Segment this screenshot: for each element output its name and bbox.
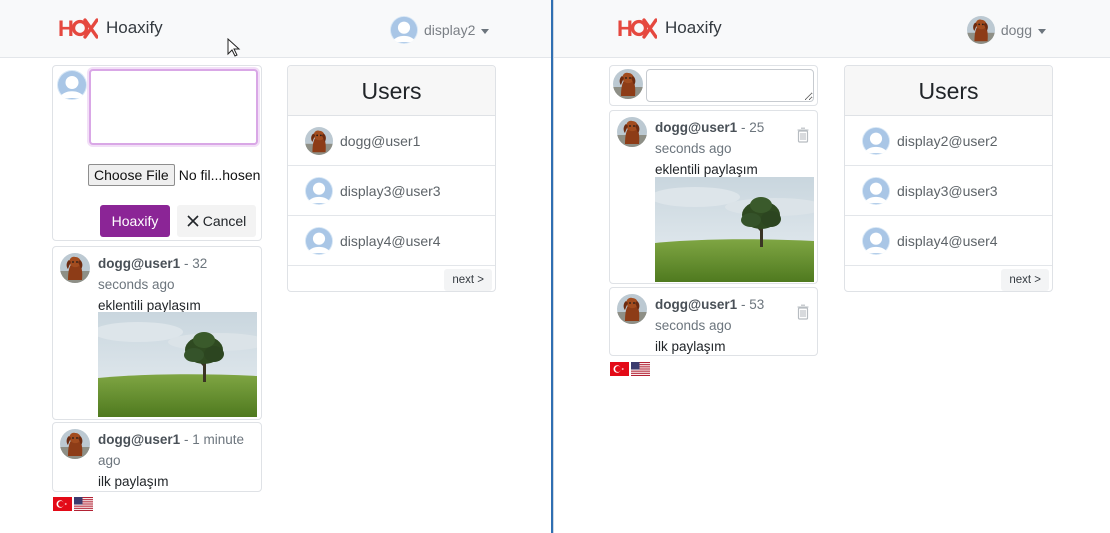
language-selector (53, 497, 93, 511)
brand-name: Hoaxify (106, 18, 163, 37)
default-avatar-icon (862, 127, 890, 155)
dog-avatar-icon[interactable] (60, 253, 90, 283)
default-avatar-icon (862, 177, 890, 205)
trash-icon[interactable] (797, 127, 809, 143)
hoax-composer: Choose File No fil...hosen Hoaxify Cance… (52, 65, 262, 241)
user-list-footer: next > (845, 266, 1052, 291)
hoax-user-link[interactable]: dogg@user1 (655, 297, 737, 312)
dog-avatar-icon (305, 127, 333, 155)
usa-flag-icon[interactable] (74, 497, 93, 511)
user-list-item-label: display4@user4 (897, 232, 998, 249)
user-list-item[interactable]: display4@user4 (845, 216, 1052, 266)
turkey-flag-icon[interactable] (53, 497, 72, 511)
default-avatar-icon (305, 227, 333, 255)
user-list-item-label: display2@user2 (897, 132, 998, 149)
user-list-item-label: display4@user4 (340, 232, 441, 249)
turkey-flag-icon[interactable] (610, 362, 629, 376)
brand-name: Hoaxify (665, 18, 722, 37)
language-selector (610, 362, 650, 376)
caret-down-icon (481, 28, 490, 34)
hoax-item: dogg@user1 - 1 minute ago ilk paylaşım (52, 422, 262, 492)
dog-avatar-icon (967, 16, 995, 44)
hoax-item: dogg@user1 - 25 seconds ago eklentili pa… (609, 110, 818, 284)
default-avatar-icon (305, 177, 333, 205)
user-list-item-label: display3@user3 (340, 182, 441, 199)
user-list-item[interactable]: dogg@user1 (288, 116, 495, 166)
hoax-item: dogg@user1 - 53 seconds ago ilk paylaşım (609, 287, 818, 356)
hoax-user-link[interactable]: dogg@user1 (98, 432, 180, 447)
close-icon (187, 215, 199, 227)
hoaxify-submit-button[interactable]: Hoaxify (100, 205, 170, 237)
hoax-item: dogg@user1 - 32 seconds ago eklentili pa… (52, 246, 262, 420)
hoax-content: ilk paylaşım (98, 474, 169, 489)
brand-link[interactable]: Hoaxify (58, 13, 163, 43)
default-avatar-icon (390, 16, 418, 44)
user-list-title: Users (845, 66, 1052, 116)
user-list-card: Users display2@user2 display3@user3 disp… (844, 65, 1053, 292)
navbar: Hoaxify dogg (554, 0, 1110, 58)
left-browser-window: Hoaxify display2 Choose File No fil...ho… (0, 0, 553, 533)
user-list-footer: next > (288, 266, 495, 291)
dog-avatar-icon[interactable] (60, 429, 90, 459)
navbar: Hoaxify display2 (0, 0, 551, 58)
hoax-meta: dogg@user1 - 53 seconds ago ilk paylaşım (655, 294, 785, 357)
user-list-card: Users dogg@user1 display3@user3 display4… (287, 65, 496, 292)
hoax-meta: dogg@user1 - 1 minute ago ilk paylaşım (98, 429, 258, 492)
user-menu-dropdown[interactable]: dogg (967, 16, 1046, 44)
dog-avatar-icon (613, 69, 643, 99)
hoax-content: ilk paylaşım (655, 339, 726, 354)
user-list-item[interactable]: display4@user4 (288, 216, 495, 266)
cancel-button[interactable]: Cancel (177, 205, 256, 237)
mouse-cursor-icon (227, 38, 241, 57)
user-list-title: Users (288, 66, 495, 116)
file-input[interactable]: Choose File No fil...hosen (88, 164, 260, 186)
default-avatar-icon (57, 70, 87, 100)
hoax-textarea[interactable] (646, 69, 814, 102)
next-page-button[interactable]: next > (444, 269, 492, 291)
nav-username: display2 (424, 22, 476, 38)
hoax-textarea[interactable] (89, 69, 258, 145)
user-menu-dropdown[interactable]: display2 (390, 16, 490, 44)
user-list-item[interactable]: display3@user3 (288, 166, 495, 216)
hoax-user-link[interactable]: dogg@user1 (655, 120, 737, 135)
user-list-item[interactable]: display2@user2 (845, 116, 1052, 166)
hoax-user-link[interactable]: dogg@user1 (98, 256, 180, 271)
hoax-meta: dogg@user1 - 25 seconds ago eklentili pa… (655, 117, 785, 180)
dog-avatar-icon[interactable] (617, 117, 647, 147)
hoaxify-logo-icon (58, 13, 98, 43)
usa-flag-icon[interactable] (631, 362, 650, 376)
default-avatar-icon (862, 227, 890, 255)
nav-username: dogg (1000, 22, 1032, 38)
brand-link[interactable]: Hoaxify (617, 13, 722, 43)
hoax-composer (609, 65, 818, 106)
next-page-button[interactable]: next > (1001, 269, 1049, 291)
user-list-item-label: display3@user3 (897, 182, 998, 199)
user-list-item-label: dogg@user1 (340, 132, 421, 149)
attachment-image (98, 312, 257, 417)
dog-avatar-icon[interactable] (617, 294, 647, 324)
caret-down-icon (1038, 28, 1046, 34)
cancel-label: Cancel (202, 213, 247, 229)
user-list-item[interactable]: display3@user3 (845, 166, 1052, 216)
hoaxify-logo-icon (617, 13, 657, 43)
attachment-image (655, 177, 814, 282)
hoax-meta: dogg@user1 - 32 seconds ago eklentili pa… (98, 253, 258, 316)
file-name-label: No fil...hosen (178, 167, 261, 183)
choose-file-button[interactable]: Choose File (88, 164, 175, 186)
trash-icon[interactable] (797, 304, 809, 320)
